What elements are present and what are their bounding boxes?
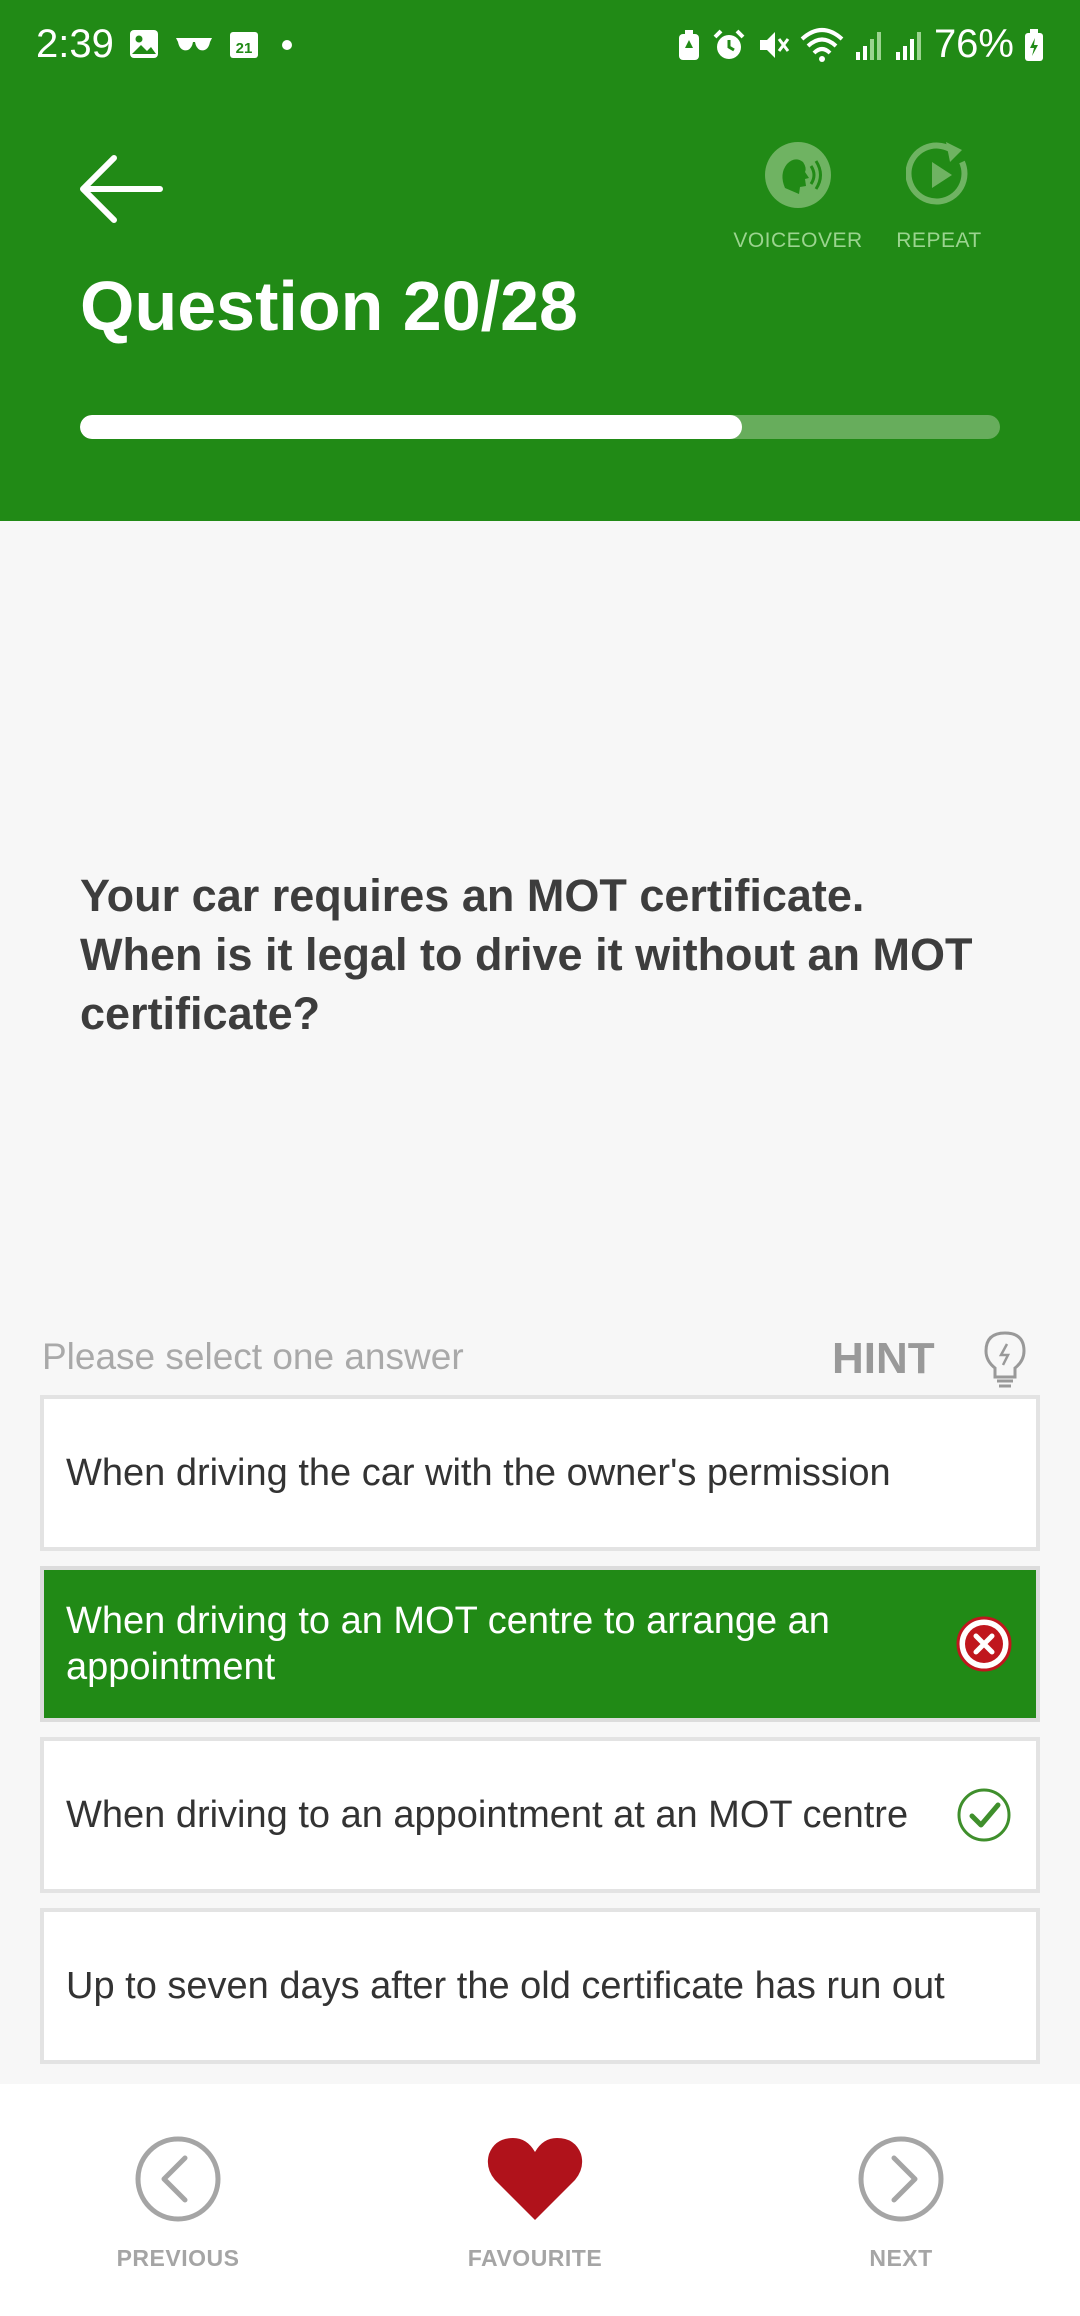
progress-bar: [80, 415, 1000, 439]
next-label: NEXT: [869, 2245, 933, 2271]
answer-text: When driving to an appointment at an MOT…: [66, 1794, 909, 1836]
next-button[interactable]: NEXT: [801, 2134, 1001, 2272]
previous-label: PREVIOUS: [116, 2245, 240, 2271]
battery-icon: [1025, 28, 1043, 61]
repeat-icon: [905, 142, 968, 205]
alarm-icon: [713, 29, 745, 59]
status-bar: 2:39 21 76%: [0, 0, 1080, 90]
answer-text: When driving the car with the owner's pe…: [66, 1452, 891, 1494]
chevron-left-icon: [135, 2136, 221, 2222]
mute-icon: [759, 31, 790, 58]
battery-saver-icon: [678, 29, 699, 60]
favourite-button[interactable]: FAVOURITE: [435, 2134, 635, 2272]
question-text: Your car requires an MOT certificate. Wh…: [80, 870, 973, 1039]
favourite-label: FAVOURITE: [467, 2245, 603, 2271]
back-arrow-icon[interactable]: [76, 144, 166, 234]
voiceover-button[interactable]: VOICEOVER: [733, 142, 863, 253]
voiceover-label: VOICEOVER: [733, 229, 863, 252]
answer-option-3[interactable]: When driving to an appointment at an MOT…: [40, 1737, 1040, 1893]
answer-text: When driving to an MOT centre to arrange…: [66, 1600, 830, 1688]
signal-icon: [855, 31, 881, 60]
voiceover-icon: [765, 142, 831, 208]
correct-answer-icon: [957, 1788, 1011, 1842]
repeat-button[interactable]: REPEAT: [874, 142, 1004, 253]
status-left-icons: 21: [128, 28, 300, 60]
answer-option-1[interactable]: When driving the car with the owner's pe…: [40, 1395, 1040, 1551]
calendar-day-text: 21: [236, 40, 253, 57]
lightbulb-icon[interactable]: [982, 1330, 1028, 1392]
select-prompt: Please select one answer: [42, 1336, 464, 1377]
calendar-icon: 21: [230, 32, 258, 58]
status-time: 2:39: [36, 22, 114, 66]
dot-icon: [282, 40, 292, 50]
answer-option-2[interactable]: When driving to an MOT centre to arrange…: [40, 1566, 1040, 1722]
previous-button[interactable]: PREVIOUS: [78, 2134, 278, 2272]
status-right-icons: 76%: [676, 22, 1044, 67]
heart-icon: [487, 2138, 583, 2220]
progress-fill: [80, 415, 743, 439]
chevron-right-icon: [858, 2136, 944, 2222]
answer-text: Up to seven days after the old certifica…: [66, 1965, 945, 2007]
repeat-label: REPEAT: [896, 229, 982, 252]
wrong-answer-icon: [956, 1616, 1012, 1672]
wifi-icon: [800, 27, 844, 62]
page-title: Question 20/28: [80, 267, 578, 345]
glasses-icon: [176, 38, 212, 51]
battery-percent: 76%: [933, 22, 1014, 66]
header: VOICEOVER REPEAT Question 20/28: [0, 90, 1080, 521]
gallery-icon: [130, 30, 158, 58]
signal-icon: [895, 31, 921, 60]
answer-option-4[interactable]: Up to seven days after the old certifica…: [40, 1908, 1040, 2064]
bottom-nav: PREVIOUS FAVOURITE NEXT: [0, 2084, 1080, 2316]
hint-button[interactable]: HINT: [832, 1334, 935, 1384]
